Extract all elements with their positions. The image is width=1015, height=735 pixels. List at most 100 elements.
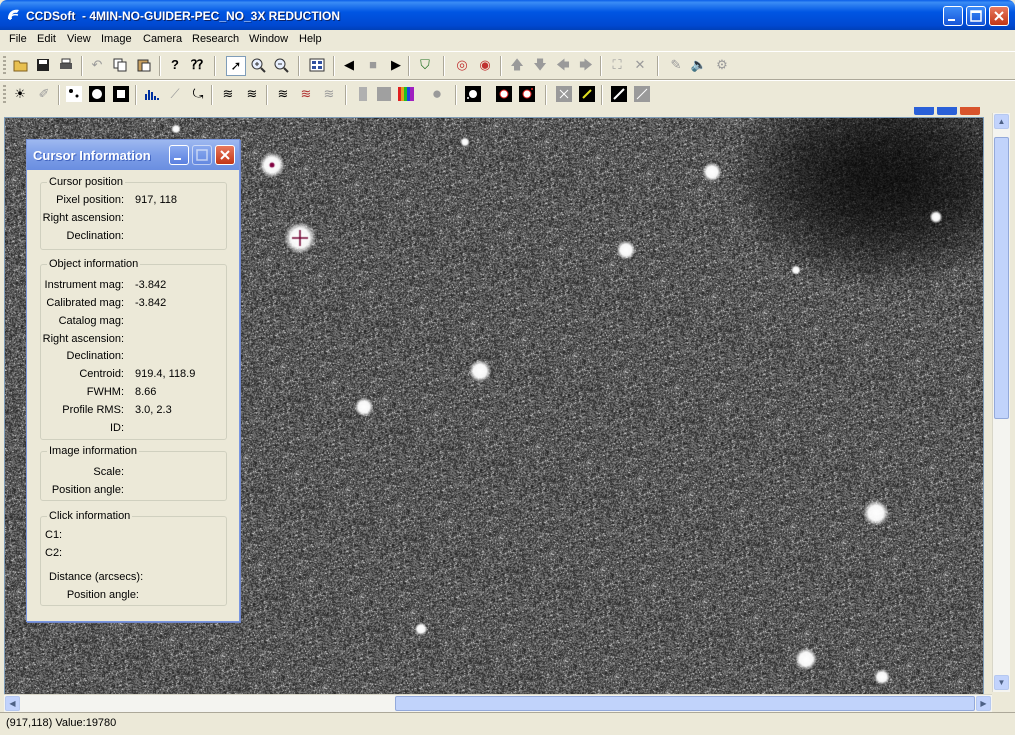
menu-help[interactable]: Help — [299, 33, 322, 45]
menu-research[interactable]: Research — [192, 33, 239, 45]
stack4-icon[interactable]: ≋ — [297, 85, 315, 103]
ccdsoft-app-icon[interactable] — [5, 7, 21, 23]
eraser-icon[interactable]: ✐ — [35, 85, 53, 103]
field-label: Right ascension: — [42, 333, 124, 345]
field-label: Catalog mag: — [58, 315, 124, 327]
stop-icon[interactable]: ■ — [364, 56, 382, 74]
curve-icon[interactable]: ⟋ — [166, 85, 184, 103]
transform-icon[interactable]: ⤿ — [189, 85, 207, 103]
field-label: FWHM: — [86, 386, 124, 398]
scroll-down-button[interactable]: ▼ — [994, 675, 1009, 690]
square-icon[interactable] — [375, 85, 393, 103]
field3-icon[interactable] — [518, 85, 536, 103]
zoom-out-icon[interactable] — [272, 56, 290, 74]
green-cup-icon[interactable]: ⛉ — [416, 56, 434, 74]
histogram-icon[interactable] — [143, 85, 161, 103]
cursor-information-titlebar[interactable]: Cursor Information — [27, 140, 239, 170]
open-icon[interactable] — [12, 56, 30, 74]
menu-file[interactable]: File — [9, 33, 27, 45]
palette-minimize-button[interactable] — [169, 145, 189, 165]
pen-icon[interactable]: ✎ — [667, 56, 685, 74]
horizontal-scroll-thumb[interactable] — [395, 696, 975, 711]
scroll-left-button[interactable]: ◀ — [5, 696, 20, 711]
child-close-button[interactable] — [960, 107, 980, 115]
arrow-down-icon[interactable]: 🡇 — [531, 56, 549, 74]
menu-edit[interactable]: Edit — [37, 33, 56, 45]
menu-view[interactable]: View — [67, 33, 91, 45]
pixel-position-value: 917, 118 — [135, 194, 178, 206]
fit-icon[interactable]: ⛶ — [608, 56, 626, 74]
field6-icon[interactable] — [610, 85, 628, 103]
maximize-button[interactable] — [966, 6, 986, 26]
minimize-button[interactable] — [943, 6, 963, 26]
collapse-icon[interactable]: ✕ — [631, 56, 649, 74]
field-label: Position angle: — [66, 589, 139, 601]
previous-icon[interactable]: ◀ — [340, 56, 358, 74]
cursor-position-group: Cursor position Pixel position: 917, 118… — [40, 176, 227, 250]
speaker-icon[interactable]: 🔈 — [690, 56, 708, 74]
minimize-icon — [948, 19, 955, 21]
pointer-icon[interactable]: ➚ — [226, 56, 246, 76]
brightness-icon[interactable]: ☀ — [11, 85, 29, 103]
menu-image[interactable]: Image — [101, 33, 132, 45]
toolbar-separator — [545, 85, 547, 105]
field-label: Position angle: — [51, 484, 124, 496]
stack2-icon[interactable]: ≋ — [243, 85, 261, 103]
scroll-up-button[interactable]: ▲ — [994, 114, 1009, 129]
target-icon[interactable]: ◎ — [453, 56, 471, 74]
save-icon[interactable] — [34, 56, 52, 74]
main-toolbar: ↶ ? ⁇ ➚ ◀ ■ ▶ ⛉ ◎ ◉ 🡅 🡇 🡄 🡆 ⛶ ✕ ✎ 🔈 ⚙ — [0, 51, 1015, 80]
next-icon[interactable]: ▶ — [387, 56, 405, 74]
context-help-icon[interactable]: ⁇ — [188, 56, 206, 74]
toolbar-separator — [600, 56, 602, 76]
maximize-icon — [196, 149, 208, 161]
field7-icon[interactable] — [633, 85, 651, 103]
print-icon[interactable] — [57, 56, 75, 74]
scroll-right-button[interactable]: ▶ — [976, 696, 991, 711]
stack3-icon[interactable]: ≋ — [274, 85, 292, 103]
child-maximize-button[interactable] — [937, 107, 957, 115]
menu-bar: File Edit View Image Camera Research Win… — [0, 30, 1015, 49]
field-label: C2: — [45, 547, 63, 559]
circle-icon[interactable]: ● — [428, 85, 446, 103]
field-label: Instrument mag: — [44, 279, 124, 291]
field-label: Right ascension: — [42, 212, 124, 224]
child-minimize-button[interactable] — [914, 107, 934, 115]
close-button[interactable] — [989, 6, 1009, 26]
star-small-icon[interactable] — [65, 85, 83, 103]
vertical-scroll-thumb[interactable] — [994, 137, 1009, 419]
toolbar-separator — [500, 56, 502, 76]
palette-maximize-button[interactable] — [192, 145, 212, 165]
toolbar-grip[interactable] — [3, 56, 6, 76]
star-large-icon[interactable] — [112, 85, 130, 103]
help-icon[interactable]: ? — [166, 56, 184, 74]
field1-icon[interactable] — [464, 85, 482, 103]
paste-icon[interactable] — [135, 56, 153, 74]
menu-window[interactable]: Window — [249, 33, 288, 45]
field2-icon[interactable] — [495, 85, 513, 103]
vertical-scrollbar[interactable]: ▲ ▼ — [992, 113, 1010, 692]
field4-icon[interactable] — [555, 85, 573, 103]
tile-icon[interactable] — [308, 56, 326, 74]
arrow-left-icon[interactable]: 🡄 — [554, 56, 572, 74]
toolbar-separator — [345, 85, 347, 105]
arrow-up-icon[interactable]: 🡅 — [508, 56, 526, 74]
star-medium-icon[interactable] — [88, 85, 106, 103]
field5-icon[interactable] — [578, 85, 596, 103]
copy-icon[interactable] — [111, 56, 129, 74]
gray-icon[interactable] — [354, 85, 372, 103]
close-icon — [994, 11, 1004, 21]
undo-icon[interactable]: ↶ — [88, 56, 106, 74]
maximize-icon — [970, 10, 982, 22]
palette-close-button[interactable] — [215, 145, 235, 165]
horizontal-scrollbar[interactable]: ◀ ▶ — [4, 694, 992, 712]
color-bars-icon[interactable] — [397, 85, 415, 103]
stack1-icon[interactable]: ≋ — [219, 85, 237, 103]
camera-icon[interactable]: ⚙ — [713, 56, 731, 74]
toolbar-grip[interactable] — [3, 85, 6, 105]
arrow-right-icon[interactable]: 🡆 — [577, 56, 595, 74]
zoom-in-icon[interactable] — [249, 56, 267, 74]
targets-icon[interactable]: ◉ — [476, 56, 494, 74]
menu-camera[interactable]: Camera — [143, 33, 182, 45]
stack5-icon[interactable]: ≋ — [320, 85, 338, 103]
